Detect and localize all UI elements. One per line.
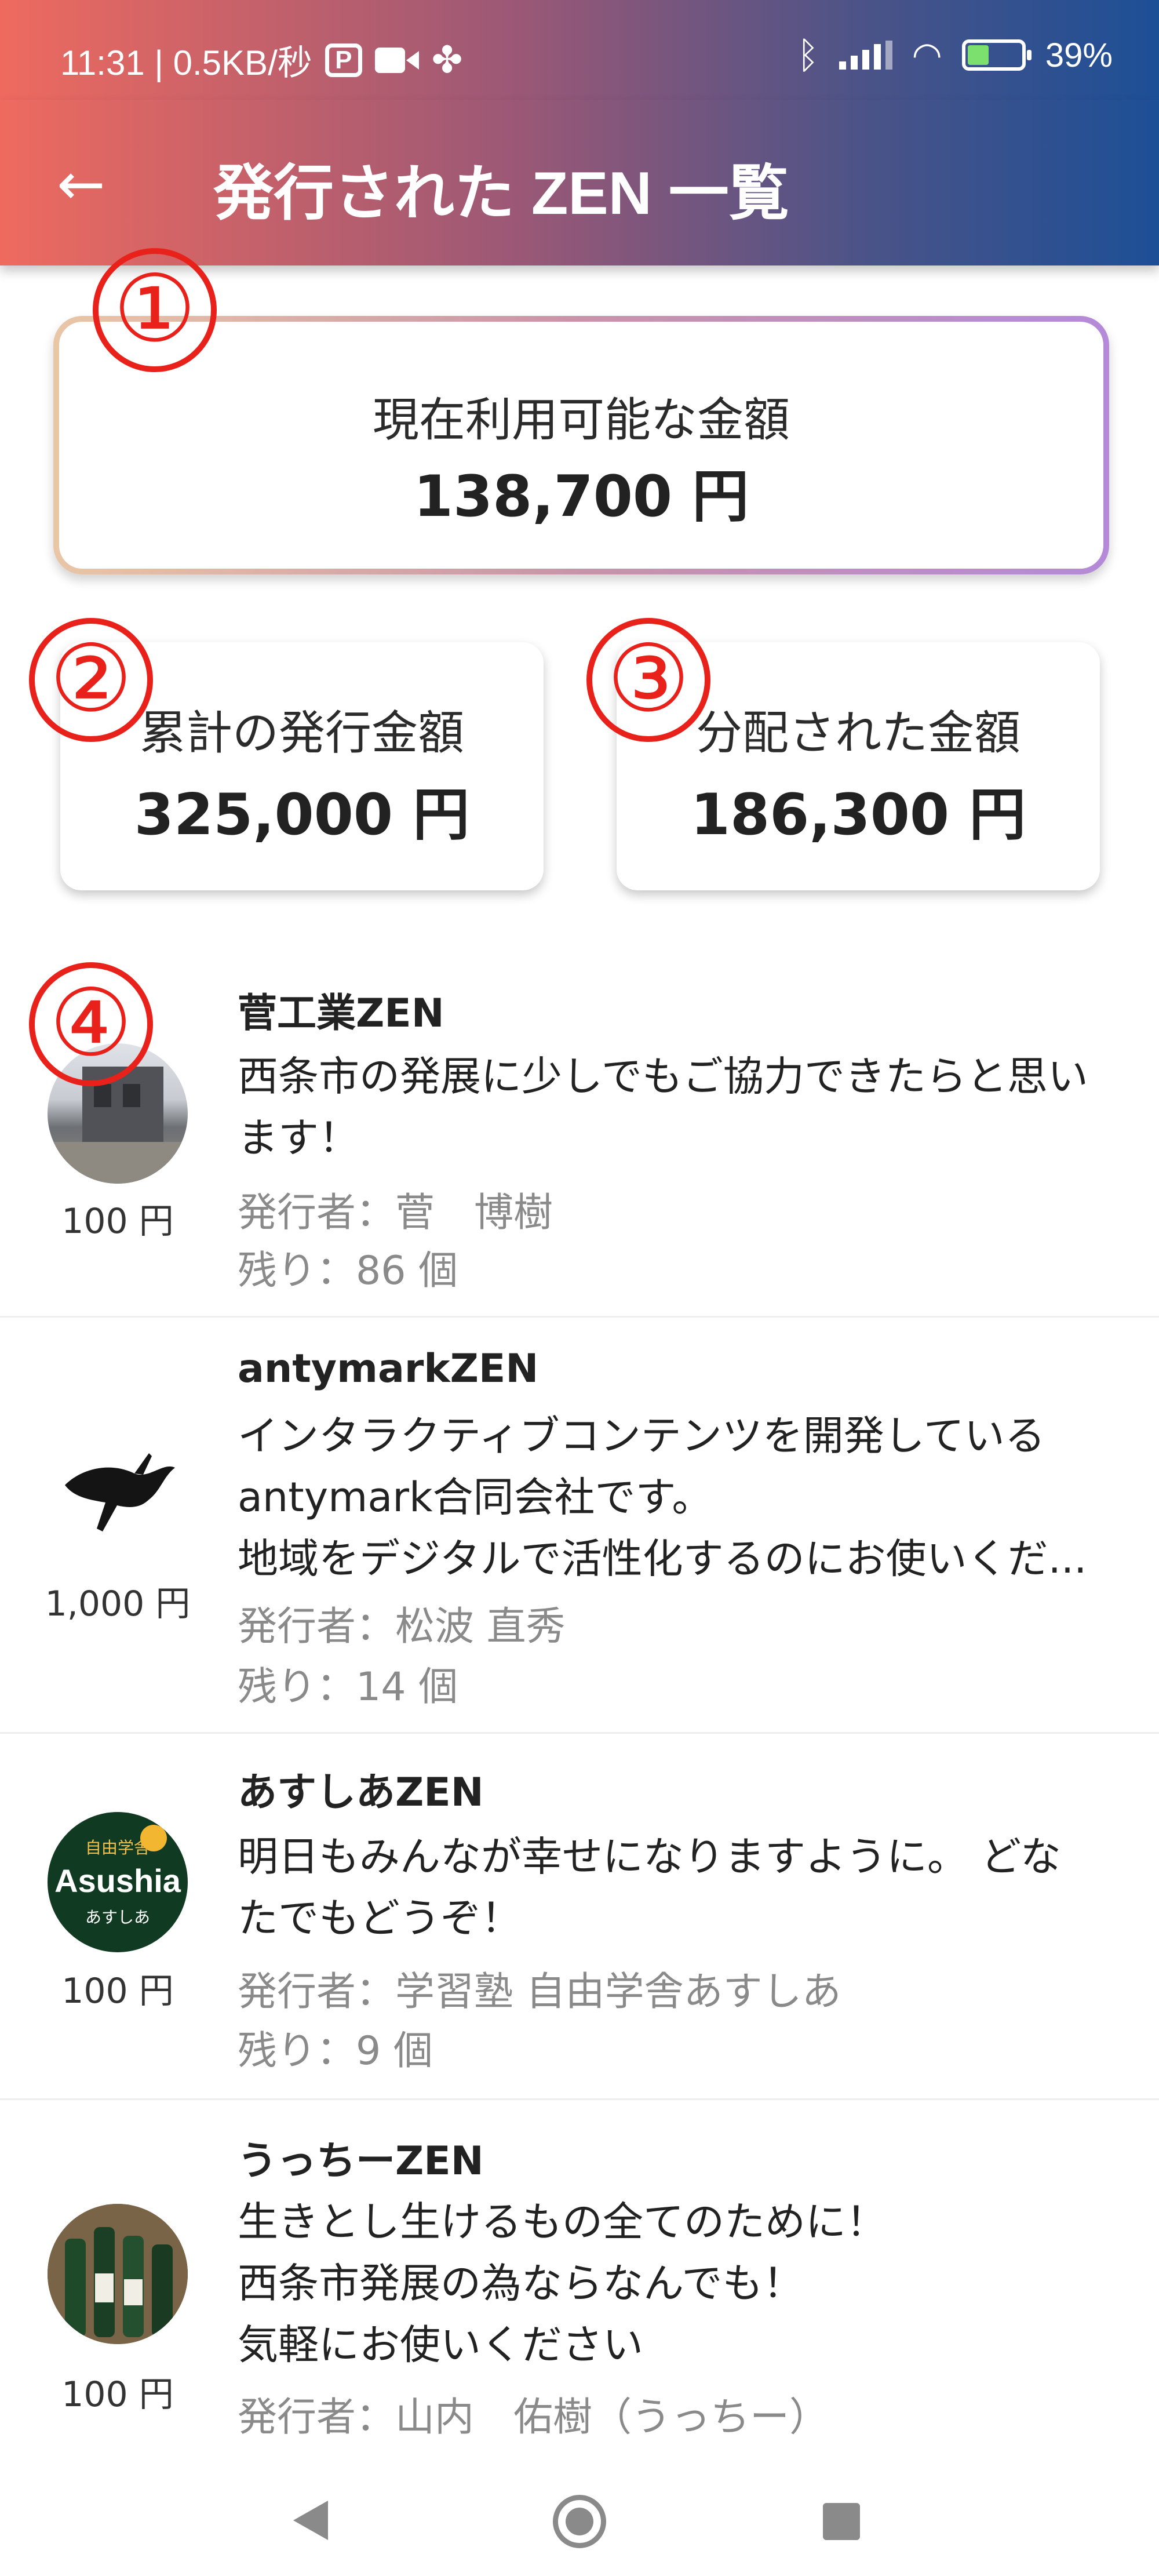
zen-avatar-sake-bottles-icon [48,2204,188,2344]
zen-description-line: 明日もみんなが幸せになりますように。 どな [238,1833,1061,1880]
zen-name: antymarkZEN [238,1346,539,1392]
system-nav-bar [0,2446,1159,2576]
nav-home-icon[interactable] [553,2495,606,2548]
issued-total-value: 325,000 円 [134,782,470,848]
status-right: ᛒ ◠ 39% [797,34,1113,77]
zen-description-line: 気軽にお使いください [238,2321,643,2368]
zen-issuer: 発行者：山内 佑樹（うっちー） [238,2395,829,2440]
zen-price: 100 円 [61,1201,174,1242]
zen-name: うっちーZEN [238,2138,484,2184]
app-bar: ← 発行された ZEN 一覧 [0,100,1159,265]
nav-recents-icon[interactable] [823,2503,860,2540]
zen-description-line: 西条市発展の為ならなんでも！ [238,2260,804,2307]
avatar-text-main: Asushia [54,1862,181,1899]
annotation-mark-1: ① [93,248,217,372]
page-title: 発行された ZEN 一覧 [213,160,789,227]
zen-description-line: ます！ [238,1114,359,1162]
annotation-mark-2: ② [29,618,153,742]
zen-description-line: 西条市の発展に少しでもご協力できたらと思い [238,1053,1088,1100]
zen-price: 100 円 [61,2374,174,2415]
zen-list-item[interactable]: 100 円 うっちーZEN 生きとし生けるもの全てのために！ 西条市発展の為なら… [0,2098,1159,2458]
status-time-speed: 11:31 | 0.5KB/秒 [60,43,312,82]
signal-icon [839,41,892,70]
annotation-mark-4: ④ [29,962,153,1086]
zen-description-line: インタラクティブコンテンツを開発している [238,1412,1045,1460]
zen-avatar-asushia-logo-icon: 自由学舎 Asushia あすしあ [48,1812,188,1952]
zen-remaining: 残り：9 個 [238,2028,433,2074]
status-left: 11:31 | 0.5KB/秒 P ✤ [60,35,462,85]
nav-back-icon[interactable] [293,2501,328,2540]
zen-issuer: 発行者：学習塾 自由学舎あすしあ [238,1969,841,2015]
zen-description: 生きとし生けるもの全てのために！ 西条市発展の為ならなんでも！ 気軽にお使いくだ… [238,2191,1118,2375]
avatar-text-sub: あすしあ [85,1908,150,1927]
paypay-icon: P [325,43,362,77]
video-camera-icon [374,47,419,73]
annotation-mark-3: ③ [586,618,710,742]
available-amount-card: 現在利用可能な金額 138,700 円 [53,316,1109,574]
available-amount-label: 現在利用可能な金額 [373,393,790,447]
zen-price: 100 円 [61,1971,174,2011]
fan-icon: ✤ [431,39,463,81]
available-amount-value: 138,700 円 [413,464,749,530]
zen-description-line: たでもどうぞ！ [238,1894,522,1942]
zen-issuer: 発行者：松波 直秀 [238,1604,566,1650]
zen-avatar-bird-logo-icon [48,1421,188,1562]
status-bar: 11:31 | 0.5KB/秒 P ✤ ᛒ ◠ 39% [0,0,1159,100]
zen-list-item[interactable]: 1,000 円 antymarkZEN インタラクティブコンテンツを開発している… [0,1316,1159,1734]
wifi-icon: ◠ [912,35,942,74]
zen-description: 明日もみんなが幸せになりますように。 どな たでもどうぞ！ [238,1826,1118,1949]
zen-description-line: 地域をデジタルで活性化するのにお使いくだ... [238,1535,1087,1582]
zen-name: 菅工業ZEN [238,991,444,1036]
zen-list-item[interactable]: 自由学舎 Asushia あすしあ 100 円 あすしあZEN 明日もみんなが幸… [0,1732,1159,2100]
zen-remaining: 残り：86 個 [238,1248,458,1294]
zen-name: あすしあZEN [238,1770,484,1815]
zen-description: インタラクティブコンテンツを開発している antymark合同会社です。 地域を… [238,1405,1118,1589]
back-arrow-icon[interactable]: ← [57,155,105,213]
zen-description-line: 生きとし生けるもの全てのために！ [238,2198,887,2246]
battery-icon [961,39,1032,71]
sun-icon [140,1825,167,1851]
zen-description: 西条市の発展に少しでもご協力できたらと思い ます！ [238,1046,1118,1169]
zen-issuer: 発行者：菅 博樹 [238,1190,553,1236]
zen-list-item[interactable]: 100 円 菅工業ZEN 西条市の発展に少しでもご協力できたらと思い ます！ 発… [0,951,1159,1318]
zen-description-line: antymark合同会社です。 [238,1473,713,1521]
battery-percent: 39% [1045,36,1113,74]
distributed-value: 186,300 円 [690,782,1026,848]
zen-price: 1,000 円 [45,1584,191,1624]
bluetooth-icon: ᛒ [797,34,819,76]
zen-remaining: 残り：14 個 [238,1664,458,1710]
